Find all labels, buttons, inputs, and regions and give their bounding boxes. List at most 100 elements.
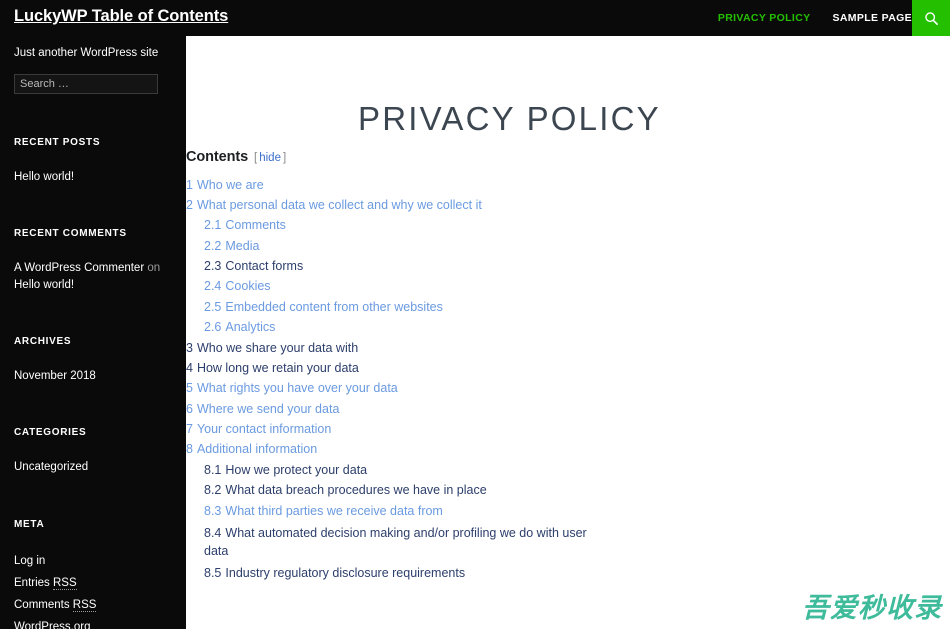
site-tagline: Just another WordPress site <box>14 47 159 59</box>
search-icon <box>924 11 939 26</box>
recent-comments-list: A WordPress Commenter on Hello world! <box>14 260 200 293</box>
toc-item-label: How we protect your data <box>225 462 368 477</box>
toc-item: 5 What rights you have over your data <box>186 381 586 395</box>
comment-author-link[interactable]: A WordPress Commenter <box>14 262 144 274</box>
page-root: LuckyWP Table of Contents PRIVACY POLICY… <box>0 0 950 629</box>
toc-toggle-wrapper: [hide] <box>254 152 286 164</box>
toc-link[interactable]: 8.3 What third parties we receive data fr… <box>204 504 443 518</box>
toc-item-number: 8.2 <box>204 483 222 498</box>
toc-item: 4 How long we retain your data <box>186 361 586 375</box>
toc-item-label: What automated decision making and/or pr… <box>204 525 587 558</box>
nav-item-1[interactable]: SAMPLE PAGE <box>833 12 913 24</box>
recent-post-link[interactable]: Hello world! <box>14 171 74 183</box>
toc-item: 8.3 What third parties we receive data fr… <box>186 504 586 518</box>
site-title[interactable]: LuckyWP Table of Contents <box>14 7 228 26</box>
toc-hide-link[interactable]: hide <box>259 152 281 164</box>
site-header-bar: LuckyWP Table of Contents PRIVACY POLICY… <box>0 0 950 36</box>
toc-link[interactable]: 2.6 Analytics <box>204 320 275 334</box>
toc-link[interactable]: 2.3 Contact forms <box>204 259 303 273</box>
toc-item: 2.4 Cookies <box>186 279 586 293</box>
toc-item: 7 Your contact information <box>186 422 586 436</box>
toc-item-number: 8.3 <box>204 503 222 518</box>
list-item: November 2018 <box>14 368 200 385</box>
toc-bracket-close: ] <box>282 152 287 164</box>
table-of-contents: Contents[hide] 1 Who we are 2 What personal… <box>186 150 587 587</box>
archive-link[interactable]: November 2018 <box>14 370 96 382</box>
categories-list: Uncategorized <box>14 459 200 476</box>
list-item: Entries RSS <box>14 573 200 595</box>
meta-link-login[interactable]: Log in <box>14 555 45 567</box>
toc-item: 2 What personal data we collect and why w… <box>186 198 586 212</box>
comment-post-link[interactable]: Hello world! <box>14 279 74 291</box>
sidebar-search-form <box>0 61 186 95</box>
toc-item-label: Comments <box>225 218 286 233</box>
toc-item: 6 Where we send your data <box>186 402 586 416</box>
toc-item-label: Analytics <box>225 320 276 335</box>
rss-abbr: RSS <box>53 576 77 590</box>
sidebar: Just another WordPress site RECENT POSTS… <box>0 36 186 629</box>
meta-link-wordpress-org[interactable]: WordPress.org <box>14 621 90 629</box>
toc-item-label: Your contact information <box>196 422 332 436</box>
toc-item: 8.5 Industry regulatory disclosure requir… <box>186 566 586 580</box>
widget-title: META <box>14 519 45 530</box>
toc-item-label: Media <box>225 238 260 253</box>
recent-posts-list: Hello world! <box>14 169 200 186</box>
toc-link[interactable]: 2.1 Comments <box>204 218 286 232</box>
widget-title: RECENT COMMENTS <box>14 228 127 239</box>
toc-item-label: Industry regulatory disclosure requireme… <box>225 566 466 581</box>
toc-item: 2.1 Comments <box>186 218 586 232</box>
toc-link[interactable]: 2.5 Embedded content from other websites <box>204 300 443 314</box>
widget-meta: META Log in Entries RSS Comments RSS Wor… <box>0 519 214 629</box>
toc-item-label: Who we share your data with <box>196 340 359 355</box>
category-link[interactable]: Uncategorized <box>14 461 88 473</box>
widget-title: RECENT POSTS <box>14 137 101 148</box>
toc-item: 2.3 Contact forms <box>186 259 586 273</box>
toc-link[interactable]: 8.1 How we protect your data <box>204 463 367 477</box>
toc-item-label: What personal data we collect and why we… <box>196 197 482 212</box>
meta-link-label: Comments <box>14 598 73 611</box>
toc-link[interactable]: 8.2 What data breach procedures we have i… <box>204 483 487 497</box>
toc-link[interactable]: 6 Where we send your data <box>186 402 339 416</box>
toc-item-label: How long we retain your data <box>196 360 359 375</box>
toc-item-number: 6 <box>186 401 193 416</box>
toc-item-label: What third parties we receive data from <box>225 503 443 518</box>
toc-item-number: 2.6 <box>204 320 222 335</box>
widget-title: CATEGORIES <box>14 427 87 438</box>
toc-item: 8 Additional information <box>186 442 586 456</box>
meta-link-comments-rss[interactable]: Comments RSS <box>14 598 97 612</box>
widget-archives: ARCHIVES November 2018 <box>0 336 214 385</box>
toc-item-number: 2.5 <box>204 299 222 314</box>
watermark: 吾爱秒收录 <box>802 593 942 624</box>
toc-item: 3 Who we share your data with <box>186 341 586 355</box>
toc-link[interactable]: 2 What personal data we collect and why w… <box>186 198 482 212</box>
widget-recent-posts: RECENT POSTS Hello world! <box>0 137 214 186</box>
toc-item: 8.4 What automated decision making and/or… <box>186 524 604 560</box>
list-item: Uncategorized <box>14 459 200 476</box>
toc-header: Contents[hide] <box>186 150 586 165</box>
toc-item-label: What rights you have over your data <box>196 381 398 396</box>
toc-link[interactable]: 8.5 Industry regulatory disclosure requir… <box>204 566 465 580</box>
meta-list: Log in Entries RSS Comments RSS WordPres… <box>14 551 200 629</box>
meta-link-label: Entries <box>14 576 53 589</box>
rss-abbr: RSS <box>72 598 97 612</box>
list-item: Comments RSS <box>14 595 200 617</box>
toc-link[interactable]: 8.4 What automated decision making and/or… <box>204 526 587 558</box>
widget-categories: CATEGORIES Uncategorized <box>0 427 214 476</box>
page-title: PRIVACY POLICY <box>358 100 661 137</box>
toc-item: 8.2 What data breach procedures we have i… <box>186 483 586 497</box>
toc-link[interactable]: 5 What rights you have over your data <box>186 381 398 395</box>
widget-title: ARCHIVES <box>14 336 72 347</box>
list-item: A WordPress Commenter on Hello world! <box>14 260 200 293</box>
nav-item-0[interactable]: PRIVACY POLICY <box>718 12 811 24</box>
search-toggle-button[interactable] <box>912 0 950 36</box>
comment-connector: on <box>147 262 161 274</box>
search-input[interactable] <box>14 74 158 95</box>
meta-link-entries-rss[interactable]: Entries RSS <box>14 576 77 590</box>
list-item: Hello world! <box>14 169 200 186</box>
primary-navigation: PRIVACY POLICY SAMPLE PAGE <box>718 0 912 36</box>
archives-list: November 2018 <box>14 368 200 385</box>
toc-item-label: What data breach procedures we have in p… <box>225 483 487 498</box>
toc-bracket-open: [ <box>254 152 258 164</box>
toc-item-label: Embedded content from other websites <box>225 299 443 314</box>
toc-item-label: Cookies <box>225 279 271 294</box>
